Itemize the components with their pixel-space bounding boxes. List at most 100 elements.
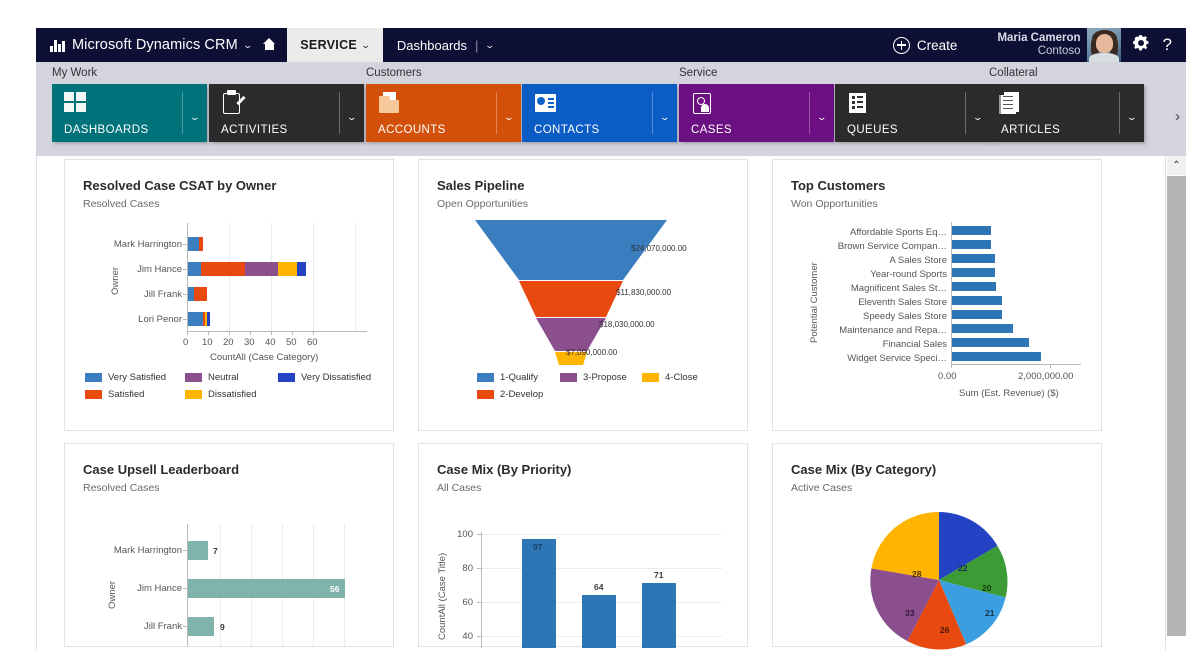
bar[interactable] [952,338,1029,347]
dynamics-logo-icon [50,39,66,52]
scrollbar-thumb[interactable] [1167,176,1186,636]
bar[interactable] [952,240,991,249]
create-button[interactable]: Create [892,36,998,54]
legend-swatch [477,390,494,399]
tile-cases-chevron-icon[interactable]: ⌄ [817,112,828,123]
bar[interactable] [188,541,208,560]
ytick-label: Year-round Sports [870,269,947,280]
bar-value-label: 97 [533,542,543,552]
bar[interactable] [952,254,995,263]
vertical-scrollbar[interactable]: ⌃ [1165,156,1186,650]
tile-queues-chevron-icon[interactable]: ⌄ [973,112,984,123]
brand-chevron-down-icon[interactable]: ⌄ [242,40,253,51]
help-button[interactable]: ? [1161,35,1186,55]
xtick-10: 10 [202,337,213,348]
xtick-2m: 2,000,000.00 [1018,371,1074,382]
breadcrumb-chevron-down-icon[interactable]: ⌄ [485,40,496,51]
legend-item[interactable]: 1-Qualify [477,372,538,383]
bar[interactable] [582,595,616,648]
tile-accounts[interactable]: ⌄ ACCOUNTS [366,84,521,142]
pie-chart[interactable] [865,506,1013,650]
brand-logo-area[interactable]: Microsoft Dynamics CRM ⌄ [36,37,253,53]
bar-segment[interactable] [278,262,298,276]
bar[interactable] [188,617,214,636]
bar[interactable] [522,539,556,648]
bar[interactable] [952,352,1041,361]
bar-segment[interactable] [297,262,306,276]
legend-item[interactable]: Neutral [185,372,239,383]
bar-value-label: 7 [213,546,218,556]
legend-item[interactable]: 2-Develop [477,389,543,400]
avatar[interactable] [1086,28,1121,62]
tile-dashboards-chevron-icon[interactable]: ⌄ [190,112,201,123]
tile-contacts[interactable]: ⌄ CONTACTS [522,84,677,142]
bar[interactable] [952,296,1002,305]
bar-segment[interactable] [198,237,203,251]
ytick-label: Affordable Sports Eq… [850,227,947,238]
bar[interactable] [952,226,991,235]
tile-strip-next-button[interactable]: › [1175,108,1180,125]
bar-segment[interactable] [244,262,279,276]
card-case-mix-category[interactable]: Case Mix (By Category) Active Cases 22 2… [772,443,1102,650]
bar[interactable] [952,268,995,277]
xtick-60: 60 [307,337,318,348]
pie-value-label: 20 [982,583,992,593]
tile-contacts-chevron-icon[interactable]: ⌄ [660,112,671,123]
bar[interactable] [952,310,1002,319]
user-info[interactable]: Maria Cameron Contoso [997,32,1086,58]
legend-item[interactable]: Very Satisfied [85,372,166,383]
home-button[interactable] [251,37,287,53]
legend-swatch [560,373,577,382]
tile-articles-chevron-icon[interactable]: ⌄ [1127,112,1138,123]
cases-icon [691,92,715,116]
scroll-up-button[interactable]: ⌃ [1167,156,1186,175]
card-resolved-case-csat[interactable]: Resolved Case CSAT by Owner Resolved Cas… [64,159,394,431]
legend-label: 4-Close [665,372,698,383]
bar-segment[interactable] [194,287,207,301]
tile-activities-chevron-icon[interactable]: ⌄ [347,112,358,123]
tab-service[interactable]: SERVICE ⌄ [287,28,383,62]
ytick-label: Brown Service Compan… [837,241,947,252]
tile-activities[interactable]: ⌄ ACTIVITIES [209,84,364,142]
bar-value-label: 9 [220,622,225,632]
legend-item[interactable]: 3-Propose [560,372,627,383]
tab-service-chevron-down-icon[interactable]: ⌄ [360,40,371,51]
legend-swatch [642,373,659,382]
tile-queues-label: QUEUES [847,124,898,136]
bar-segment[interactable] [206,312,211,326]
bar[interactable] [952,324,1013,333]
tile-accounts-chevron-icon[interactable]: ⌄ [504,112,515,123]
breadcrumb-label: Dashboards [396,37,468,53]
activities-icon [221,90,246,116]
tile-dashboards[interactable]: ⌄ DASHBOARDS [52,84,207,142]
legend-item[interactable]: Dissatisfied [185,389,257,400]
bar-segment[interactable] [188,237,199,251]
pie-value-label: 22 [958,563,968,573]
breadcrumb[interactable]: Dashboards | ⌄ [383,38,508,53]
card-case-upsell-leaderboard[interactable]: Case Upsell Leaderboard Resolved Cases M… [64,443,394,647]
tile-dashboards-label: DASHBOARDS [64,124,149,136]
settings-button[interactable] [1121,35,1161,56]
legend-item[interactable]: Very Dissatisfied [278,372,371,383]
card-top-customers[interactable]: Top Customers Won Opportunities 0.00 2,0… [772,159,1102,431]
tile-articles[interactable]: ⌄ ARTICLES [989,84,1144,142]
legend-item[interactable]: Satisfied [85,389,144,400]
bar[interactable] [642,583,676,648]
card-case-mix-priority[interactable]: Case Mix (By Priority) All Cases 100 80 … [418,443,748,648]
legend-item[interactable]: 4-Close [642,372,698,383]
card-subtitle: Open Opportunities [437,198,529,210]
card-title: Case Mix (By Category) [791,462,937,477]
ytick-label: Widget Service Speci… [847,353,947,364]
card-sales-pipeline[interactable]: Sales Pipeline Open Opportunities $24,07… [418,159,748,431]
bar[interactable] [188,579,345,598]
tile-queues[interactable]: ⌄ QUEUES [835,84,990,142]
plus-circle-icon [892,36,910,54]
top-navigation-right: Create Maria Cameron Contoso ? [892,28,1186,62]
bar-segment[interactable] [200,262,245,276]
bar[interactable] [952,282,996,291]
bar-segment[interactable] [188,312,203,326]
tile-cases[interactable]: ⌄ CASES [679,84,834,142]
top-navigation-bar: Microsoft Dynamics CRM ⌄ SERVICE ⌄ Dashb… [36,28,1186,62]
bar-segment[interactable] [188,262,201,276]
tile-group-label-collateral: Collateral [989,67,1038,79]
